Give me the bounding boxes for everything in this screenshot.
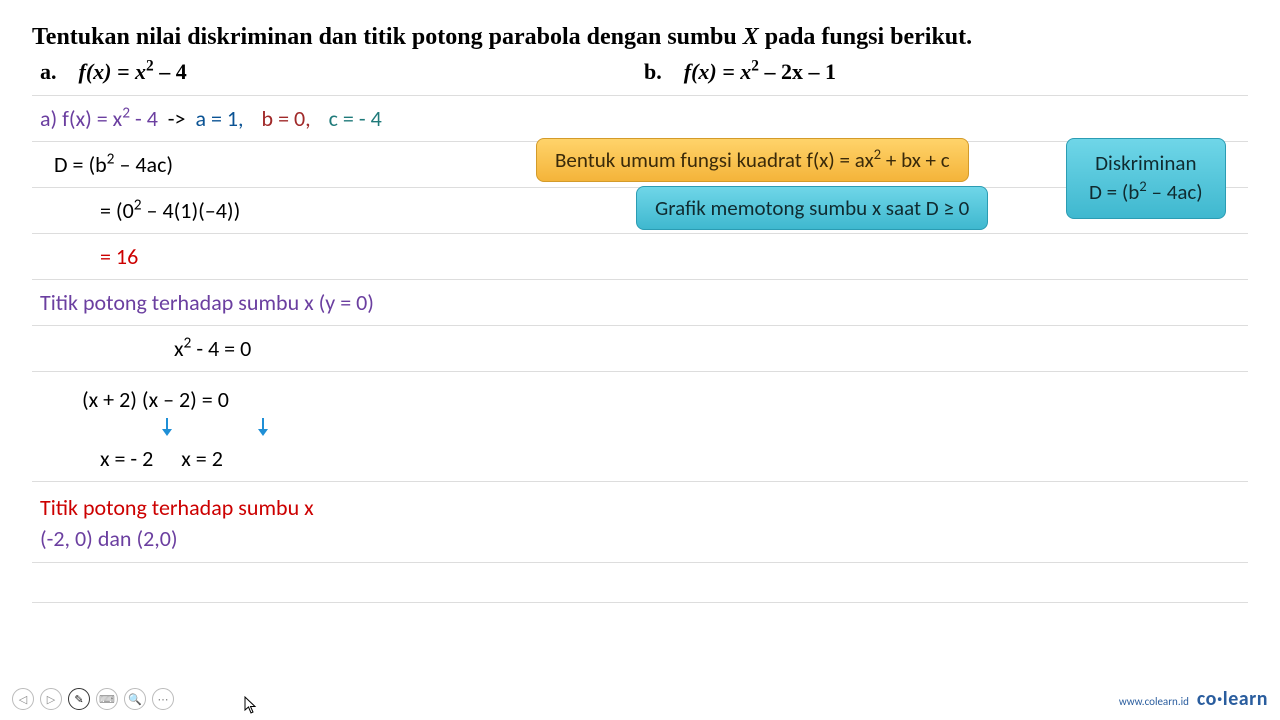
work-line-6: x2 - 4 = 0 [32,326,1248,372]
x-pos2: x = 2 [181,445,223,472]
l1-arrow: -> [158,105,196,132]
title-prefix: Tentukan nilai diskriminan dan titik pot… [32,24,743,50]
callout-graph-condition: Grafik memotong sumbu x saat D ≥ 0 [636,186,988,230]
pen-icon[interactable]: ✎ [68,688,90,710]
title-suffix: pada fungsi berikut. [759,24,972,50]
brand-url: www.colearn.id [1119,695,1189,708]
empty-row [32,563,1248,603]
l1-c: c = - 4 [329,105,382,132]
work-conclusion: Titik potong terhadap sumbu x (-2, 0) da… [32,482,1248,563]
work-line-8: x = - 2 x = 2 [32,436,1248,482]
brand-logo: co·learn [1197,687,1268,711]
result-16: = 16 [100,243,138,270]
footer-toolbar: ◁ ▷ ✎ ⌨ 🔍 ⋯ www.colearn.id co·learn [0,684,1280,714]
title-var: X [743,24,759,50]
arrow-down-icon [256,418,270,436]
forward-icon[interactable]: ▷ [40,688,62,710]
conclusion-points: (-2, 0) dan (2,0) [40,525,178,552]
callout-discriminant: Diskriminan D = (b2 – 4ac) [1066,138,1226,219]
work-line-5: Titik potong terhadap sumbu x (y = 0) [32,280,1248,326]
callout-general-form: Bentuk umum fungsi kuadrat f(x) = ax2 + … [536,138,969,182]
back-icon[interactable]: ◁ [12,688,34,710]
conclusion-label: Titik potong terhadap sumbu x [40,494,314,521]
work-line-4: = 16 [32,234,1248,280]
x-neg2: x = - 2 [100,445,153,472]
zoom-icon[interactable]: 🔍 [124,688,146,710]
work-line-7: (x + 2) (x – 2) = 0 [32,372,1248,418]
keyboard-icon[interactable]: ⌨ [96,688,118,710]
l1-fx: a) f(x) = x2 - 4 [40,105,158,132]
l1-b: b = 0, [262,105,311,132]
arrow-down-icon [160,418,174,436]
problem-b: b. f(x) = x2 – 2x – 1 [644,59,1248,85]
brand: www.colearn.id co·learn [1119,687,1268,711]
cursor-icon [244,696,258,714]
question-title: Tentukan nilai diskriminan dan titik pot… [32,24,1248,51]
more-icon[interactable]: ⋯ [152,688,174,710]
disk-label: Diskriminan [1089,149,1203,178]
problem-statements: a. f(x) = x2 – 4 b. f(x) = x2 – 2x – 1 [32,53,1248,96]
problem-a: a. f(x) = x2 – 4 [32,59,644,85]
arrow-row [122,418,1248,436]
disk-eq: D = (b2 – 4ac) [1089,178,1203,207]
work-line-1: a) f(x) = x2 - 4 -> a = 1, b = 0, c = - … [32,96,1248,142]
l1-a: a = 1, [195,105,243,132]
